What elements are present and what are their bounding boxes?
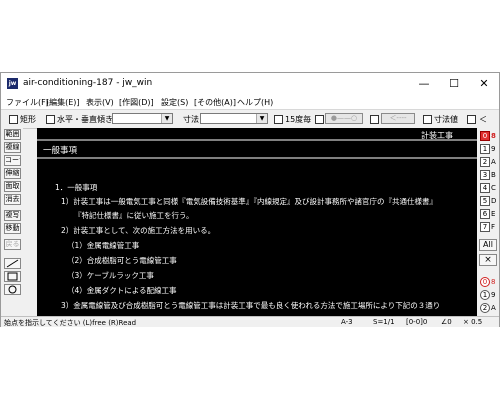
- back-checkbox[interactable]: [370, 115, 379, 124]
- tool-copy[interactable]: 複写: [4, 210, 21, 221]
- arrow-button[interactable]: ●——○: [325, 113, 363, 124]
- layer-button[interactable]: D: [491, 196, 499, 206]
- right-layer-panel: 0 8 1 9 2 A 3 B 4 C 5 D 6 E 7 F All × 0 …: [477, 128, 499, 316]
- menu-settings[interactable]: 設定(S): [161, 97, 188, 108]
- last-label: ＜: [479, 115, 487, 124]
- layer-group-circle-label[interactable]: 8: [491, 277, 499, 287]
- layer-button[interactable]: A: [491, 157, 499, 167]
- drawing-line: （4）金属ダクトによる配線工事: [67, 286, 177, 295]
- drawing-canvas[interactable]: 計装工事 一般事項 1．一般事項 1）計装工事は一般電気工事と同様『電気設備技術…: [37, 128, 477, 316]
- line-icon: [6, 259, 19, 268]
- tool-extend[interactable]: 伸縮: [4, 168, 21, 179]
- drawing-line: 1．一般事項: [55, 183, 98, 192]
- tool-erase[interactable]: 消去: [4, 194, 21, 205]
- layer-group-circle-button[interactable]: 1: [480, 290, 490, 300]
- dim-combo[interactable]: ▼: [200, 113, 268, 124]
- layer-group-button[interactable]: 5: [480, 196, 490, 206]
- layer-button[interactable]: F: [491, 222, 499, 232]
- layer-button[interactable]: 8: [491, 131, 499, 141]
- dimval-checkbox[interactable]: [423, 115, 432, 124]
- scale-indicator[interactable]: S=1/1: [373, 318, 395, 326]
- last-checkbox[interactable]: [467, 115, 476, 124]
- deg15-label: 15度毎: [285, 115, 312, 124]
- layer-group-button[interactable]: 2: [480, 157, 490, 167]
- menu-draw[interactable]: [作図(D)]: [119, 97, 154, 108]
- deg15-checkbox[interactable]: [274, 115, 283, 124]
- rect-label: 矩形: [20, 115, 36, 124]
- rect-tool-icon[interactable]: [4, 271, 21, 282]
- layer-group-button[interactable]: 7: [480, 222, 490, 232]
- drawing-line: 1）計装工事は一般電気工事と同様『電気設備技術基準』『内線規定』及び設計事務所や…: [61, 197, 438, 206]
- layer-group-circle-button[interactable]: 0: [480, 277, 490, 287]
- window-title: air-conditioning-187 - jw_win: [23, 78, 153, 88]
- all-layers-button[interactable]: All: [479, 239, 497, 251]
- chevron-down-icon[interactable]: ▼: [161, 114, 172, 123]
- tilt-label: 傾き: [97, 115, 113, 124]
- close-button[interactable]: ✕: [469, 73, 499, 95]
- title-bar: jw air-conditioning-187 - jw_win — ☐ ✕: [1, 73, 499, 95]
- layer-group-button[interactable]: 3: [480, 170, 490, 180]
- tool-corner[interactable]: コーナー: [4, 155, 21, 166]
- menu-file[interactable]: ファイル(F): [6, 97, 49, 108]
- rect-checkbox[interactable]: [9, 115, 18, 124]
- back-button[interactable]: ＜----: [381, 113, 415, 124]
- status-bar: 始点を指示してください (L)free (R)Read A-3 S=1/1 [0…: [1, 316, 499, 327]
- tool-offset[interactable]: 複線: [4, 142, 21, 153]
- drawing-line: 2）計装工事として、次の施工方法を用いる。: [61, 226, 216, 235]
- layer-group-button[interactable]: 4: [480, 183, 490, 193]
- minimize-button[interactable]: —: [409, 73, 439, 95]
- drawing-line: （1）金属電線管工事: [67, 241, 140, 250]
- layer-button[interactable]: C: [491, 183, 499, 193]
- maximize-button[interactable]: ☐: [439, 73, 469, 95]
- layer-indicator[interactable]: [0-0]0: [406, 318, 427, 326]
- layer-group-button[interactable]: 0: [480, 131, 490, 141]
- tilt-combo[interactable]: ▼: [112, 113, 173, 124]
- cross-icon[interactable]: ×: [479, 254, 497, 266]
- rect-icon: [7, 272, 18, 281]
- drawing-line: 『特記仕様書』に従い施工を行う。: [74, 211, 194, 220]
- hv-checkbox[interactable]: [46, 115, 55, 124]
- chevron-down-icon[interactable]: ▼: [256, 114, 267, 123]
- layer-button[interactable]: E: [491, 209, 499, 219]
- dim-label: 寸法: [183, 115, 199, 124]
- tool-range[interactable]: 範囲: [4, 129, 21, 140]
- layer-group-button[interactable]: 6: [480, 209, 490, 219]
- section-title: 一般事項: [43, 146, 78, 156]
- layer-group-circle-button[interactable]: 2: [480, 303, 490, 313]
- menu-edit[interactable]: [編集(E)]: [46, 97, 80, 108]
- menu-view[interactable]: 表示(V): [86, 97, 114, 108]
- layer-button[interactable]: B: [491, 170, 499, 180]
- circle-icon: [8, 285, 17, 294]
- menu-bar: ファイル(F) [編集(E)] 表示(V) [作図(D)] 設定(S) [その他…: [1, 95, 499, 109]
- layer-group-circle-label[interactable]: A: [491, 303, 499, 313]
- hv-label: 水平・垂直: [57, 115, 97, 124]
- drawing-line: 3）金属電線管及び合成樹脂可とう電線管工事は計装工事で最も良く使われる方法で施工…: [61, 301, 441, 310]
- zoom-indicator[interactable]: × 0.5: [463, 318, 482, 326]
- toolbar: 矩形 水平・垂直 傾き ▼ 寸法 ▼ 15度毎 ●——○ ＜---- 寸法値 ＜: [1, 109, 499, 129]
- angle-indicator[interactable]: ∠0: [441, 318, 452, 326]
- menu-other[interactable]: [その他(A)]: [194, 97, 236, 108]
- tool-move[interactable]: 移動: [4, 223, 21, 234]
- left-tool-panel: 範囲 複線 コーナー 伸縮 面取 消去 複写 移動 戻る: [1, 128, 23, 316]
- menu-help[interactable]: ヘルプ(H): [237, 97, 273, 108]
- tool-chamfer[interactable]: 面取: [4, 181, 21, 192]
- circle-tool-icon[interactable]: [4, 284, 21, 295]
- jw-window: jw air-conditioning-187 - jw_win — ☐ ✕ フ…: [0, 72, 500, 327]
- status-message: 始点を指示してください (L)free (R)Read: [4, 319, 137, 327]
- drawing-line: （3）ケーブルラック工事: [67, 271, 154, 280]
- layer-group-button[interactable]: 1: [480, 144, 490, 154]
- arrow-checkbox[interactable]: [315, 115, 324, 124]
- layer-group-circle-label[interactable]: 9: [491, 290, 499, 300]
- app-icon: jw: [7, 78, 18, 89]
- dimval-label: 寸法値: [434, 115, 458, 124]
- drawing-line: （2）合成樹脂可とう電線管工事: [67, 256, 177, 265]
- line-tool-icon[interactable]: [4, 258, 21, 269]
- paper-size[interactable]: A-3: [341, 318, 353, 326]
- tool-undo[interactable]: 戻る: [4, 239, 21, 250]
- layer-button[interactable]: 9: [491, 144, 499, 154]
